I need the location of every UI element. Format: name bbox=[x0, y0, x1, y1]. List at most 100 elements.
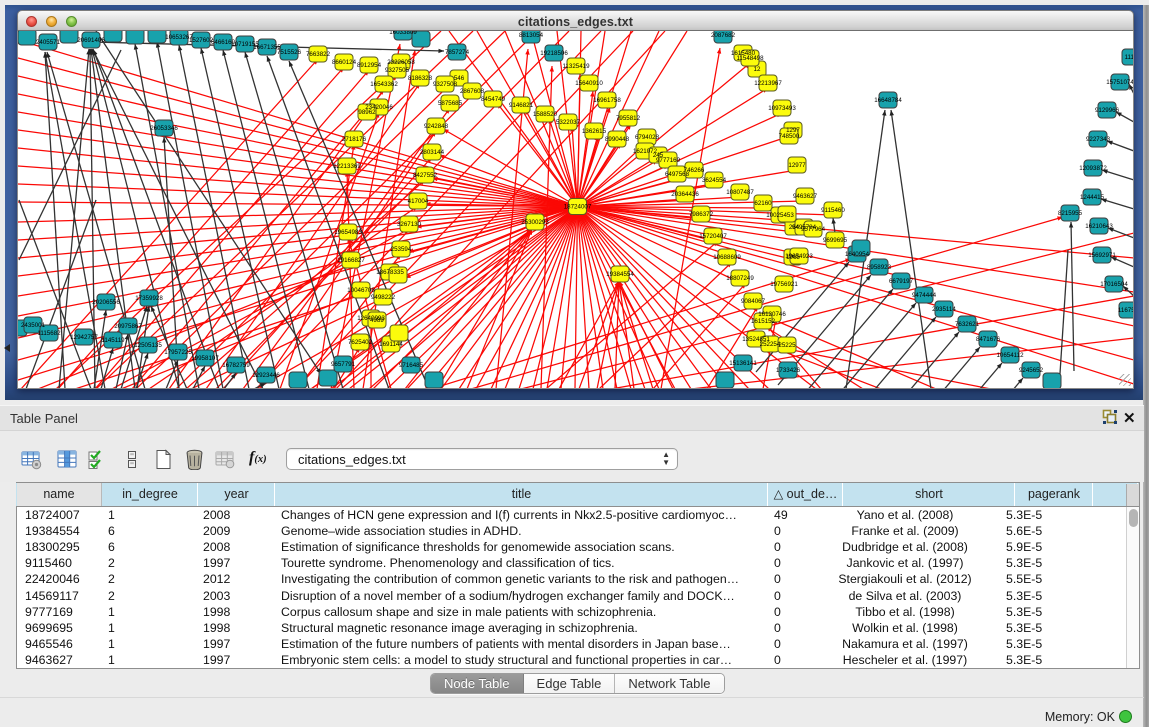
svg-text:12093872: 12093872 bbox=[1079, 165, 1107, 172]
svg-text:7955812: 7955812 bbox=[616, 115, 641, 122]
svg-text:12213967: 12213967 bbox=[754, 80, 782, 87]
svg-text:9146821: 9146821 bbox=[509, 102, 534, 109]
svg-text:7663822: 7663822 bbox=[306, 51, 331, 58]
svg-text:19384554: 19384554 bbox=[606, 271, 634, 278]
svg-text:8990448: 8990448 bbox=[605, 136, 630, 143]
svg-text:8215955: 8215955 bbox=[1058, 210, 1083, 217]
svg-text:8958923: 8958923 bbox=[867, 264, 892, 271]
svg-text:748500: 748500 bbox=[779, 133, 800, 140]
svg-text:417004: 417004 bbox=[408, 198, 429, 205]
svg-text:10973493: 10973493 bbox=[768, 105, 796, 112]
svg-text:9657791: 9657791 bbox=[331, 361, 356, 368]
svg-text:19756921: 19756921 bbox=[770, 281, 798, 288]
svg-text:20364436: 20364436 bbox=[671, 191, 699, 198]
svg-text:1362615: 1362615 bbox=[582, 128, 607, 135]
svg-text:18678335: 18678335 bbox=[376, 269, 404, 276]
svg-text:16033809: 16033809 bbox=[389, 31, 417, 36]
svg-text:16543362: 16543362 bbox=[370, 81, 398, 88]
svg-text:4989: 4989 bbox=[370, 317, 384, 324]
svg-text:19654983: 19654983 bbox=[334, 229, 362, 236]
svg-text:17016504: 17016504 bbox=[1100, 281, 1128, 288]
svg-text:18807249: 18807249 bbox=[726, 275, 754, 282]
svg-text:3267130: 3267130 bbox=[397, 221, 422, 228]
svg-text:16782759: 16782759 bbox=[222, 362, 250, 369]
svg-text:253594: 253594 bbox=[391, 246, 412, 253]
svg-text:10807487: 10807487 bbox=[726, 189, 754, 196]
svg-text:746266: 746266 bbox=[684, 167, 705, 174]
svg-text:9129966: 9129966 bbox=[1095, 107, 1120, 114]
svg-text:1733426: 1733426 bbox=[776, 367, 801, 374]
svg-text:17359928: 17359928 bbox=[135, 295, 163, 302]
svg-text:9327508: 9327508 bbox=[433, 81, 458, 88]
svg-text:10654112: 10654112 bbox=[996, 352, 1024, 359]
svg-text:12: 12 bbox=[754, 66, 761, 73]
svg-text:9242848: 9242848 bbox=[424, 123, 449, 130]
svg-text:25300293: 25300293 bbox=[521, 219, 549, 226]
svg-text:15751074: 15751074 bbox=[1106, 79, 1134, 86]
svg-text:8813054: 8813054 bbox=[519, 32, 544, 39]
svg-text:9463627: 9463627 bbox=[793, 193, 818, 200]
svg-text:9327505: 9327505 bbox=[385, 67, 410, 74]
svg-text:62160: 62160 bbox=[754, 200, 772, 207]
svg-text:19218506: 19218506 bbox=[540, 50, 568, 57]
svg-text:8186328: 8186328 bbox=[408, 75, 433, 82]
svg-text:2087682: 2087682 bbox=[711, 32, 736, 39]
svg-text:1615152: 1615152 bbox=[751, 318, 776, 325]
svg-text:20975867: 20975867 bbox=[114, 323, 142, 330]
svg-text:15720407: 15720407 bbox=[699, 233, 727, 240]
svg-text:12213369: 12213369 bbox=[333, 163, 361, 170]
svg-text:16120746: 16120746 bbox=[758, 311, 786, 318]
svg-text:12505135: 12505135 bbox=[134, 342, 162, 349]
svg-text:9699695: 9699695 bbox=[823, 237, 848, 244]
svg-text:2718176: 2718176 bbox=[342, 136, 367, 143]
svg-text:15692971: 15692971 bbox=[1088, 252, 1116, 259]
svg-text:9227343: 9227343 bbox=[1086, 136, 1111, 143]
svg-text:1115682: 1115682 bbox=[37, 330, 61, 337]
svg-text:9498222: 9498222 bbox=[371, 294, 396, 301]
svg-text:10046708: 10046708 bbox=[347, 287, 375, 294]
svg-text:1640954: 1640954 bbox=[845, 251, 870, 258]
svg-text:8912954: 8912954 bbox=[357, 62, 382, 69]
svg-text:5322037: 5322037 bbox=[556, 119, 581, 126]
svg-text:1691144: 1691144 bbox=[379, 341, 403, 348]
svg-text:19166827: 19166827 bbox=[337, 257, 365, 264]
svg-text:8454749: 8454749 bbox=[481, 96, 506, 103]
svg-text:20691406: 20691406 bbox=[77, 37, 105, 44]
svg-text:1117: 1117 bbox=[1125, 54, 1134, 61]
svg-text:7632621: 7632621 bbox=[955, 321, 980, 328]
svg-text:19654923: 19654923 bbox=[785, 253, 813, 260]
svg-text:1527602: 1527602 bbox=[189, 37, 214, 44]
svg-text:2935114: 2935114 bbox=[932, 306, 956, 313]
svg-text:7857274: 7857274 bbox=[445, 49, 470, 56]
svg-text:20206556: 20206556 bbox=[92, 299, 120, 306]
svg-text:2803144: 2803144 bbox=[420, 149, 445, 156]
svg-text:9084067: 9084067 bbox=[741, 298, 766, 305]
svg-text:17957225: 17957225 bbox=[164, 349, 192, 356]
svg-text:26053346: 26053346 bbox=[150, 125, 178, 132]
svg-text:9716485: 9716485 bbox=[399, 362, 424, 369]
svg-text:9474444: 9474444 bbox=[912, 292, 937, 299]
svg-text:19958107: 19958107 bbox=[191, 355, 219, 362]
svg-text:12923446: 12923446 bbox=[252, 372, 280, 379]
svg-text:6679197: 6679197 bbox=[889, 278, 914, 285]
svg-text:1244415: 1244415 bbox=[1080, 194, 1105, 201]
svg-text:12942757: 12942757 bbox=[70, 334, 98, 341]
svg-text:3624554: 3624554 bbox=[702, 177, 727, 184]
svg-text:2405571: 2405571 bbox=[36, 39, 61, 46]
svg-text:7515526: 7515526 bbox=[277, 49, 302, 56]
svg-text:6794028: 6794028 bbox=[635, 134, 660, 141]
svg-text:9777169: 9777169 bbox=[656, 157, 681, 164]
svg-text:23226058: 23226058 bbox=[387, 59, 415, 66]
svg-text:18724007: 18724007 bbox=[564, 204, 592, 211]
svg-text:5875685: 5875685 bbox=[438, 100, 463, 107]
svg-text:12977: 12977 bbox=[788, 162, 806, 169]
svg-text:16961758: 16961758 bbox=[593, 97, 621, 104]
svg-text:10688609: 10688609 bbox=[713, 254, 741, 261]
svg-text:15640910: 15640910 bbox=[575, 80, 603, 87]
svg-text:11548498: 11548498 bbox=[736, 55, 764, 62]
svg-text:116753: 116753 bbox=[1118, 307, 1134, 314]
svg-text:15136141: 15136141 bbox=[729, 360, 757, 367]
svg-text:9245652: 9245652 bbox=[1019, 367, 1044, 374]
svg-text:11325419: 11325419 bbox=[562, 63, 590, 70]
svg-text:16210643: 16210643 bbox=[1085, 223, 1113, 230]
